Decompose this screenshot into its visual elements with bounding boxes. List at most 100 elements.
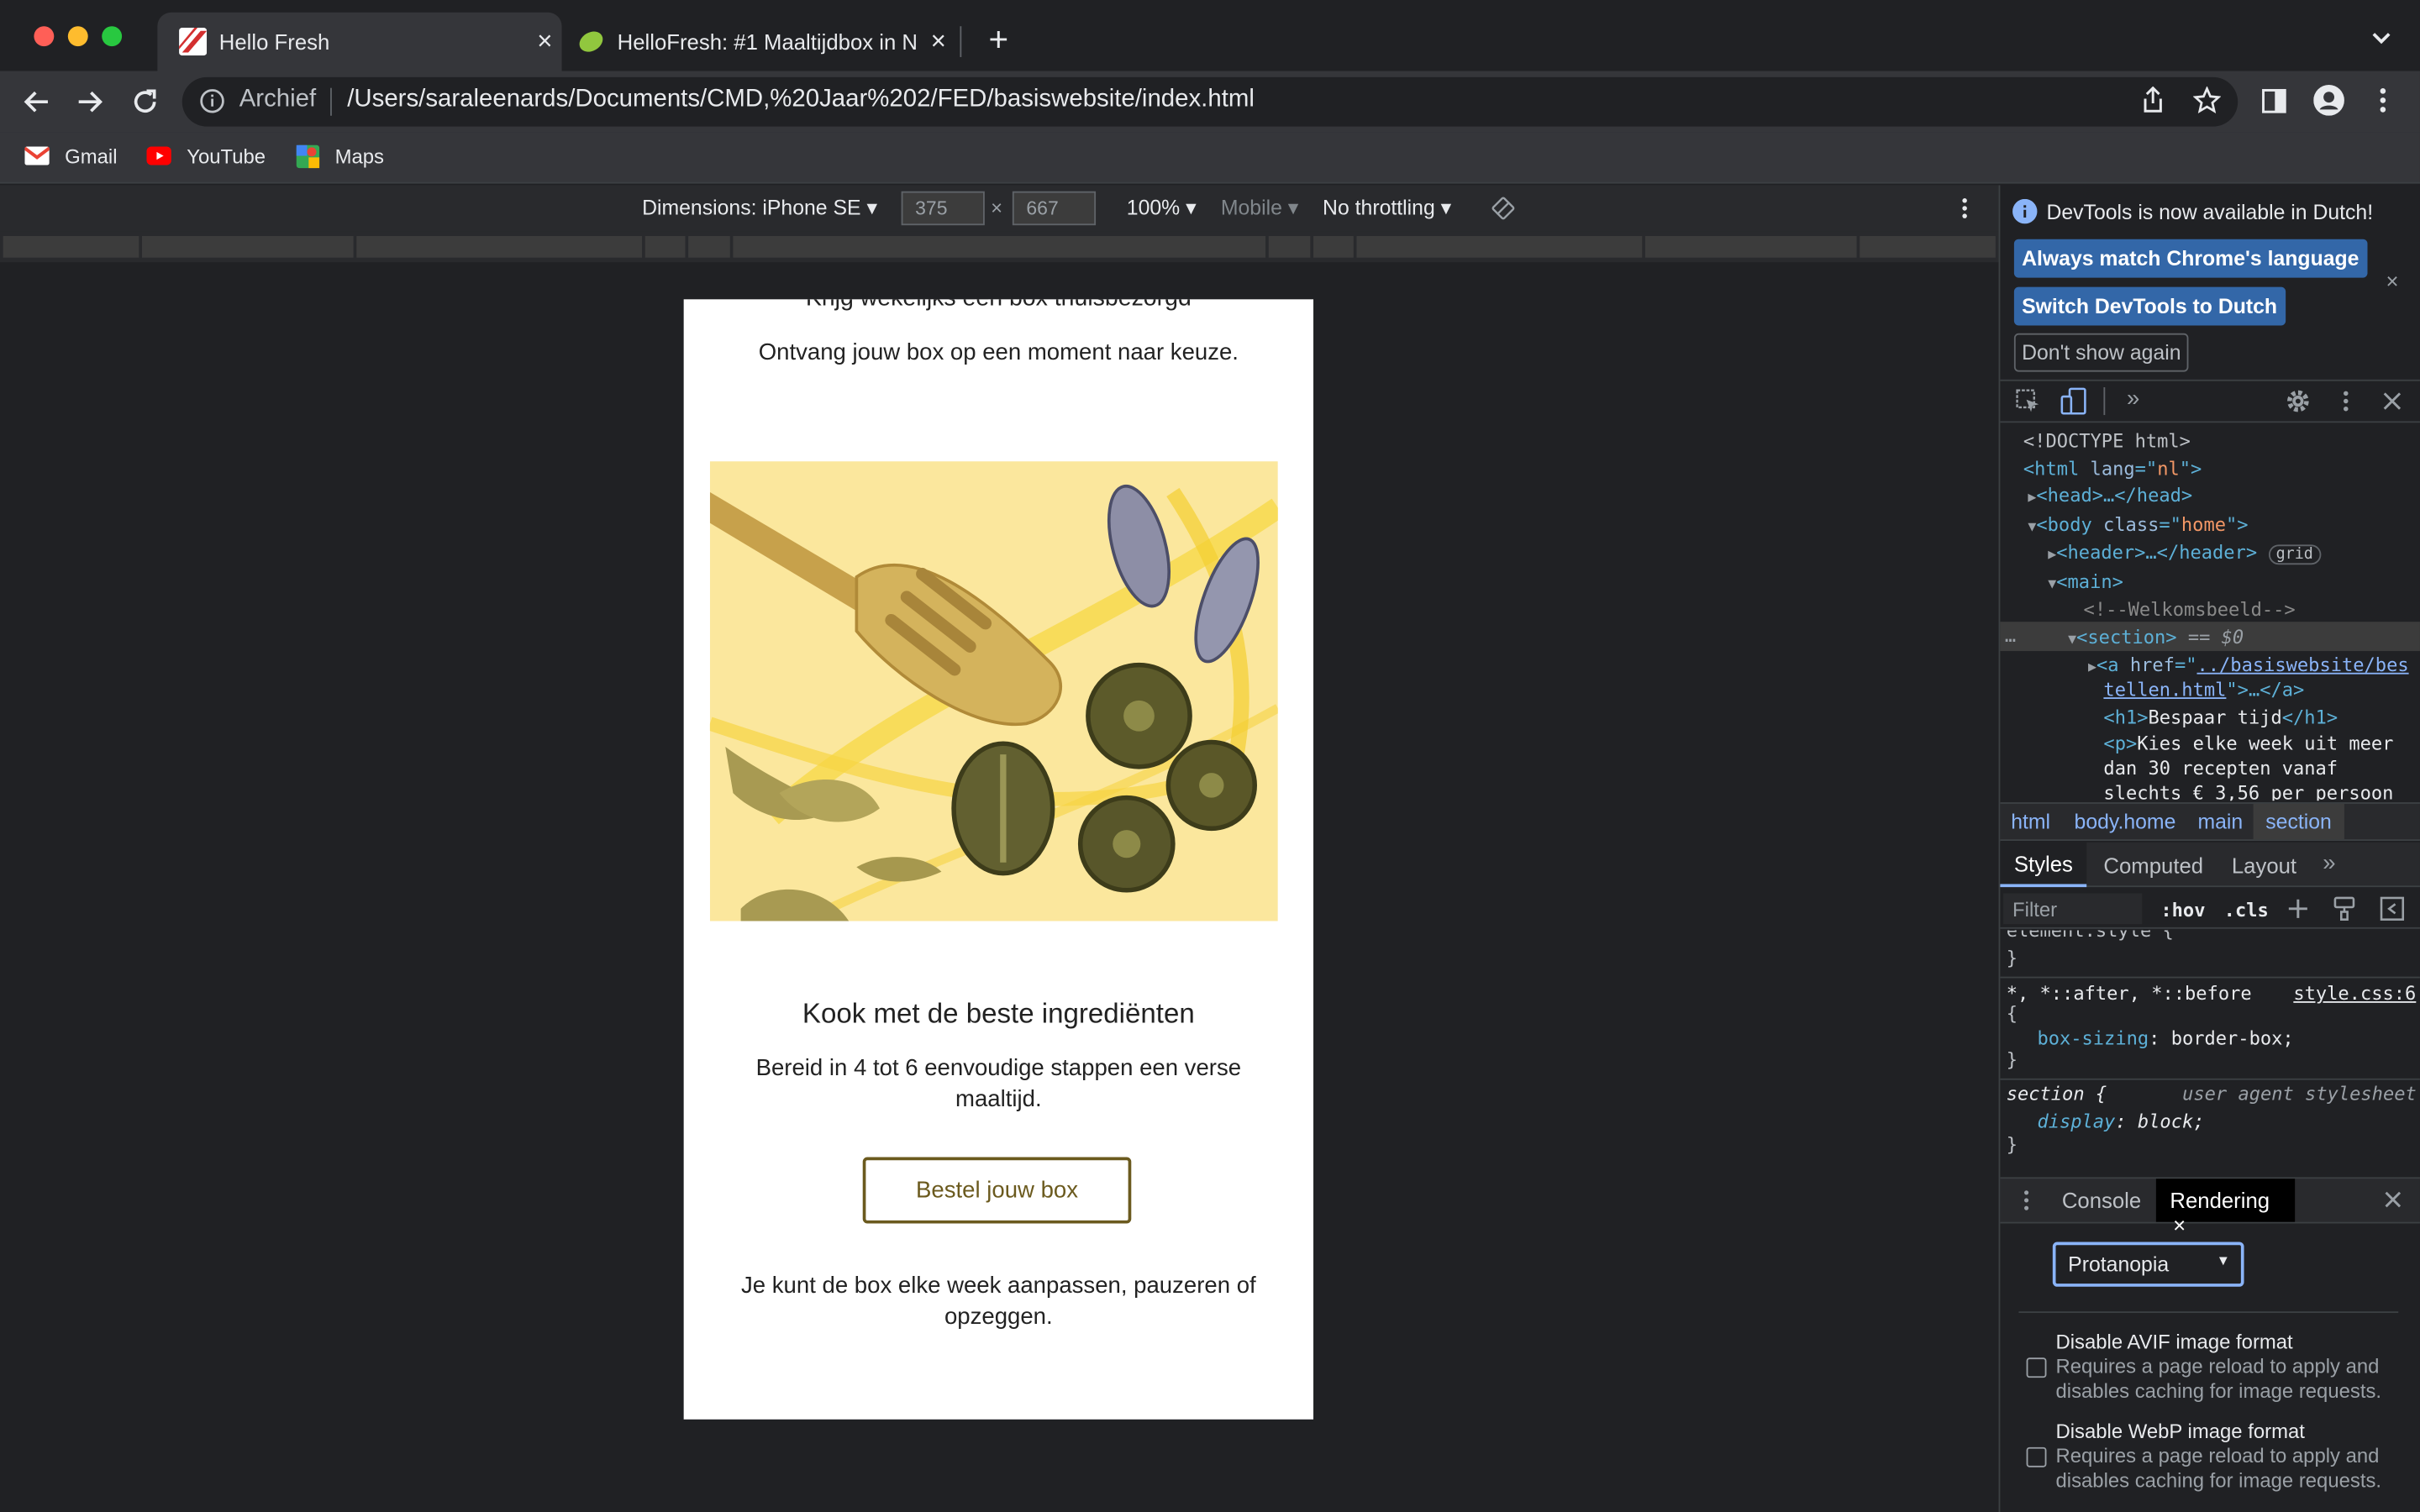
disable-avif-checkbox[interactable] (2026, 1357, 2047, 1378)
dont-show-again-button[interactable]: Don't show again (2013, 333, 2189, 372)
device-more-icon[interactable] (1960, 196, 1970, 220)
dom-h1[interactable]: <h1>Bespaar tijd</h1> (2103, 706, 2338, 728)
href-link[interactable]: tellen.html (2103, 679, 2226, 701)
always-match-language-button[interactable]: Always match Chrome's language (2013, 239, 2367, 278)
dom-comment[interactable]: <!--Welkomsbeeld--> (2084, 599, 2296, 621)
paint-brush-icon[interactable] (2332, 896, 2356, 921)
inspect-element-icon[interactable] (2016, 389, 2040, 413)
more-panels-icon[interactable]: » (2127, 386, 2139, 412)
styles-filter-input[interactable]: Filter (2003, 893, 2143, 925)
device-toggle-icon[interactable] (2060, 387, 2086, 415)
side-panel-icon[interactable] (2261, 88, 2287, 114)
minimize-window-button[interactable] (67, 26, 88, 47)
media-query-segment[interactable] (1268, 236, 1311, 258)
banner-close-icon[interactable]: × (2386, 269, 2399, 293)
media-query-segment[interactable] (1313, 236, 1354, 258)
href-link[interactable]: ../basiswebsite/bes (2196, 654, 2408, 676)
drawer-tab-console[interactable]: Console (2062, 1188, 2141, 1212)
bookmark-maps[interactable]: Maps (296, 139, 384, 172)
stylesheet-link[interactable]: style.css:6 (2293, 983, 2416, 1005)
breadcrumb-html[interactable]: html (2011, 810, 2050, 833)
universal-selector[interactable]: *, *::after, *::before (2007, 983, 2252, 1005)
dom-anchor[interactable]: ▶<a href="../basiswebsite/bes (2088, 654, 2409, 676)
url-text[interactable]: /Users/saraleenards/Documents/CMD,%20Jaa… (347, 87, 1255, 114)
tab-hellofresh-maaltijdbox[interactable]: HelloFresh: #1 Maaltijdbox in N × (562, 13, 955, 71)
tag: <head>…</head> (2036, 484, 2193, 507)
star-icon[interactable] (2192, 86, 2222, 114)
close-tab-icon[interactable]: × (528, 26, 561, 57)
zoom-window-button[interactable] (102, 26, 123, 47)
dom-body[interactable]: ▼<body class="home"> (2028, 514, 2248, 536)
media-query-segment[interactable] (1644, 236, 1857, 258)
dimension-separator: × (991, 196, 1003, 219)
box-sizing-declaration[interactable]: box-sizing: border-box; (2037, 1027, 2293, 1049)
media-query-segment[interactable] (3, 236, 139, 258)
mode-dropdown[interactable]: Mobile ▾ (1221, 196, 1298, 220)
dom-html[interactable]: <html lang="nl"> (2023, 458, 2202, 480)
dom-header[interactable]: ▶<header>…</header> grid (2048, 542, 2322, 565)
close-drawer-icon[interactable] (2385, 1191, 2402, 1208)
close-tab-icon[interactable]: × (2173, 1213, 2186, 1237)
grid-badge[interactable]: grid (2268, 544, 2322, 565)
new-tab-button[interactable]: + (981, 21, 1015, 59)
vision-deficiency-select[interactable]: Protanopia ▼ (2052, 1242, 2244, 1287)
zoom-label: 100% (1126, 196, 1181, 219)
dom-anchor-cont[interactable]: tellen.html">…</a> (2103, 679, 2304, 701)
element-style-rule[interactable]: element.style { (2007, 931, 2174, 942)
media-query-segment[interactable] (733, 236, 1266, 258)
order-box-button[interactable]: Bestel jouw box (862, 1157, 1132, 1224)
switch-to-dutch-button[interactable]: Switch DevTools to Dutch (2013, 286, 2286, 326)
media-query-segment[interactable] (141, 236, 354, 258)
profile-icon[interactable] (2313, 85, 2344, 116)
drawer-tab-rendering[interactable]: Rendering × (2155, 1179, 2296, 1237)
toggle-sidebar-icon[interactable] (2380, 896, 2405, 921)
settings-gear-icon[interactable] (2284, 387, 2312, 415)
media-query-segment[interactable] (644, 236, 686, 258)
devtools-more-icon[interactable] (2341, 389, 2350, 413)
share-icon[interactable] (2139, 86, 2167, 114)
dimensions-dropdown[interactable]: Dimensions: iPhone SE ▾ (642, 196, 877, 220)
width-input[interactable]: 375 (901, 191, 985, 226)
back-button[interactable] (15, 81, 58, 123)
close-tab-icon[interactable]: × (922, 26, 955, 57)
media-query-segment[interactable] (1356, 236, 1643, 258)
display-declaration[interactable]: display: block; (2037, 1110, 2204, 1132)
rotate-icon[interactable] (1491, 196, 1515, 220)
menu-kebab-icon[interactable] (2377, 87, 2390, 114)
add-rule-icon[interactable] (2287, 898, 2309, 920)
hov-toggle[interactable]: :hov (2160, 900, 2205, 921)
cls-toggle[interactable]: .cls (2224, 900, 2269, 921)
breadcrumb-main[interactable]: main (2197, 810, 2243, 833)
dom-main[interactable]: ▼<main> (2048, 571, 2123, 593)
bookmark-youtube[interactable]: YouTube (146, 139, 266, 172)
dom-head[interactable]: ▶<head>…</head> (2028, 485, 2192, 507)
media-query-segment[interactable] (356, 236, 643, 258)
height-input[interactable]: 667 (1012, 191, 1097, 226)
tab-computed[interactable]: Computed (2103, 853, 2203, 878)
tab-styles[interactable]: Styles (2000, 842, 2087, 888)
media-query-segment[interactable] (1860, 236, 1996, 258)
drawer-menu-icon[interactable] (2022, 1188, 2031, 1212)
throttling-dropdown[interactable]: No throttling ▾ (1323, 196, 1451, 220)
media-query-segment[interactable] (688, 236, 730, 258)
breadcrumb-body[interactable]: body.home (2075, 810, 2176, 833)
dom-doctype[interactable]: <!DOCTYPE html> (2023, 430, 2191, 452)
tab-hello-fresh[interactable]: Hello Fresh × (157, 12, 562, 71)
close-devtools-icon[interactable] (2383, 392, 2402, 411)
bookmark-gmail[interactable]: Gmail (24, 139, 118, 172)
dom-p[interactable]: <p>Kies elke week uit meer (2103, 732, 2393, 754)
close-window-button[interactable] (34, 26, 55, 47)
info-icon[interactable] (199, 88, 225, 114)
tab-layout[interactable]: Layout (2232, 853, 2296, 878)
node-actions-icon[interactable]: … (2005, 625, 2016, 647)
disable-webp-checkbox[interactable] (2026, 1446, 2047, 1467)
section-selector[interactable]: section { (2007, 1083, 2107, 1105)
zoom-dropdown[interactable]: 100% ▾ (1127, 196, 1197, 220)
reload-button[interactable] (124, 81, 166, 123)
breadcrumb-section[interactable]: section (2253, 803, 2344, 840)
more-tabs-icon[interactable]: » (2323, 850, 2335, 876)
forward-button[interactable] (68, 81, 111, 123)
security-label: Archief (239, 86, 317, 113)
dom-section-selected[interactable]: ▼<section> == $0 (2068, 627, 2244, 648)
tab-search-chevron-icon[interactable] (2370, 31, 2392, 46)
